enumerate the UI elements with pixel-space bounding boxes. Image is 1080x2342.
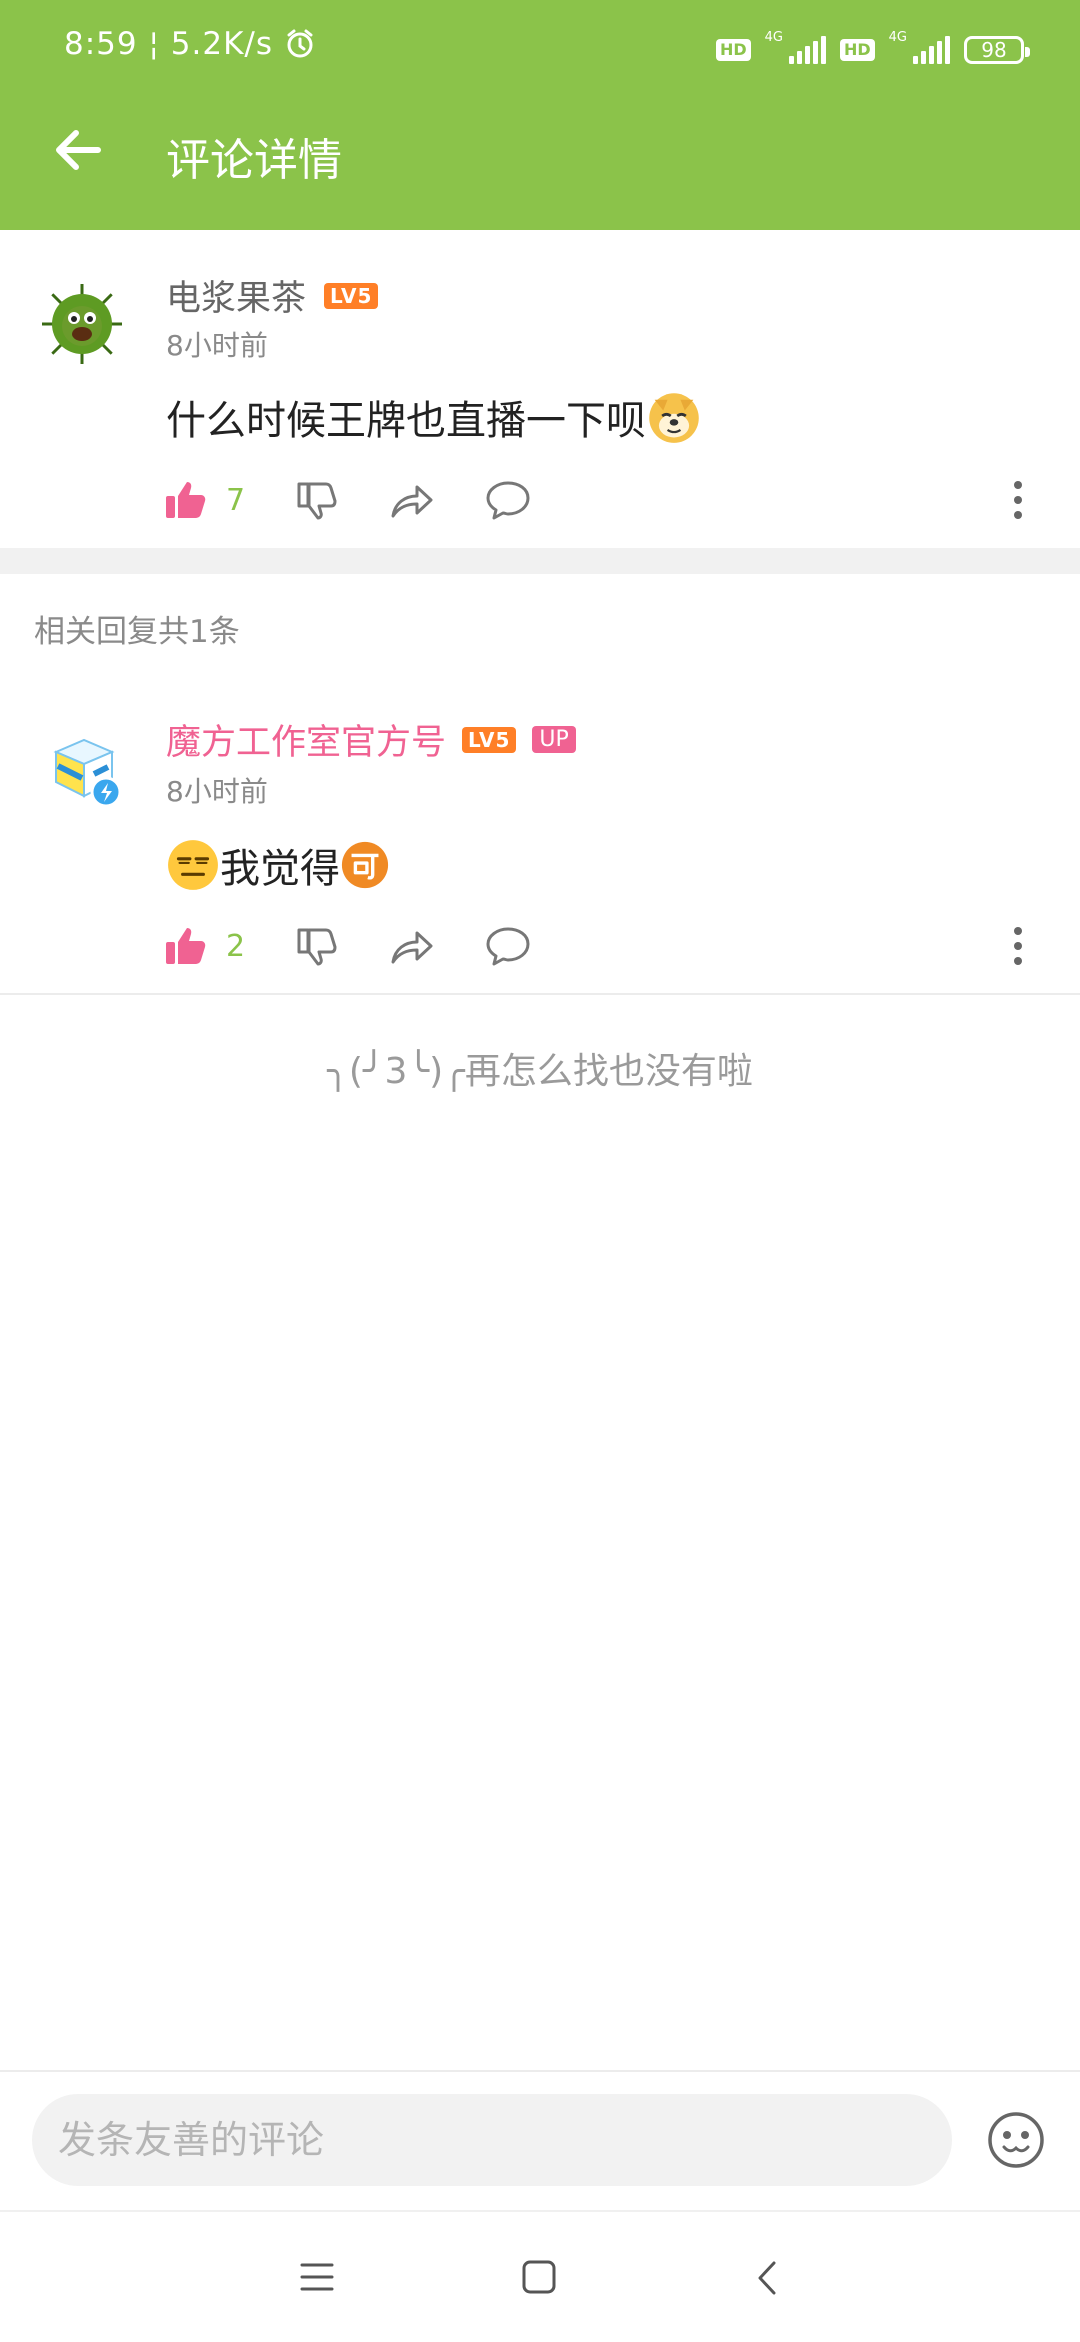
up-badge: UP	[532, 726, 576, 753]
menu-icon[interactable]	[300, 2262, 334, 2292]
comment-text: 什么时候王牌也直播一下呗	[166, 388, 702, 446]
reply-username[interactable]: 魔方工作室官方号	[166, 714, 446, 765]
comment-input[interactable]	[32, 2094, 952, 2186]
page-title: 评论详情	[166, 135, 342, 186]
end-of-list-text: ╮(╯3╰)╭再怎么找也没有啦	[327, 1051, 753, 1092]
comment-icon[interactable]	[485, 924, 531, 968]
network-speed: 5.2K/s	[170, 26, 274, 62]
signal-icon-2	[913, 36, 950, 64]
comment-time: 8小时前	[166, 329, 268, 362]
list-divider	[0, 993, 1080, 995]
back-nav-icon[interactable]	[756, 2260, 778, 2296]
alarm-icon	[287, 29, 313, 58]
like-count: 7	[226, 482, 246, 518]
ke-approve-emoji-icon	[341, 841, 389, 889]
share-icon[interactable]	[389, 478, 435, 522]
doge-emoji-icon	[649, 393, 699, 443]
thumbs-down-icon[interactable]	[295, 478, 339, 522]
comment-actions: 7	[164, 472, 1034, 528]
status-bar: 8:59 ¦ 5.2K/s HD 4G HD 4G 98	[0, 0, 1080, 95]
hd-badge: HD	[715, 39, 751, 61]
reply-avatar[interactable]	[44, 730, 130, 816]
level-badge: LV5	[324, 282, 379, 309]
section-divider	[0, 548, 1080, 574]
back-arrow-icon[interactable]	[48, 120, 108, 180]
reply-like-count: 2	[226, 928, 246, 964]
network-type-label: 4G	[764, 30, 783, 45]
reply-actions: 2	[164, 918, 1034, 974]
thumbs-up-icon[interactable]	[164, 924, 208, 968]
system-nav-bar	[0, 2210, 1080, 2342]
avatar[interactable]	[40, 282, 124, 366]
username[interactable]: 电浆果茶	[166, 270, 306, 321]
hd-badge-2: HD	[839, 39, 875, 61]
thumbs-down-icon[interactable]	[295, 924, 339, 968]
network-type-label-2: 4G	[888, 30, 907, 45]
more-vertical-icon[interactable]	[1012, 926, 1024, 966]
share-icon[interactable]	[389, 924, 435, 968]
battery-icon: 98	[964, 36, 1030, 64]
emoji-face-icon[interactable]	[986, 2110, 1046, 2170]
reply-count-header: 相关回复共1条	[34, 614, 240, 650]
smug-face-emoji-icon	[168, 840, 218, 890]
reply-text: 我觉得	[166, 836, 390, 894]
comment-icon[interactable]	[485, 478, 531, 522]
home-icon[interactable]	[522, 2260, 556, 2294]
status-icons: HD 4G HD 4G 98	[715, 30, 1030, 70]
reply-level-badge: LV5	[462, 726, 517, 753]
reply-time: 8小时前	[166, 775, 268, 808]
more-vertical-icon[interactable]	[1012, 480, 1024, 520]
thumbs-up-icon[interactable]	[164, 478, 208, 522]
status-time: 8:59 ¦ 5.2K/s	[64, 26, 316, 62]
signal-icon	[788, 36, 826, 64]
